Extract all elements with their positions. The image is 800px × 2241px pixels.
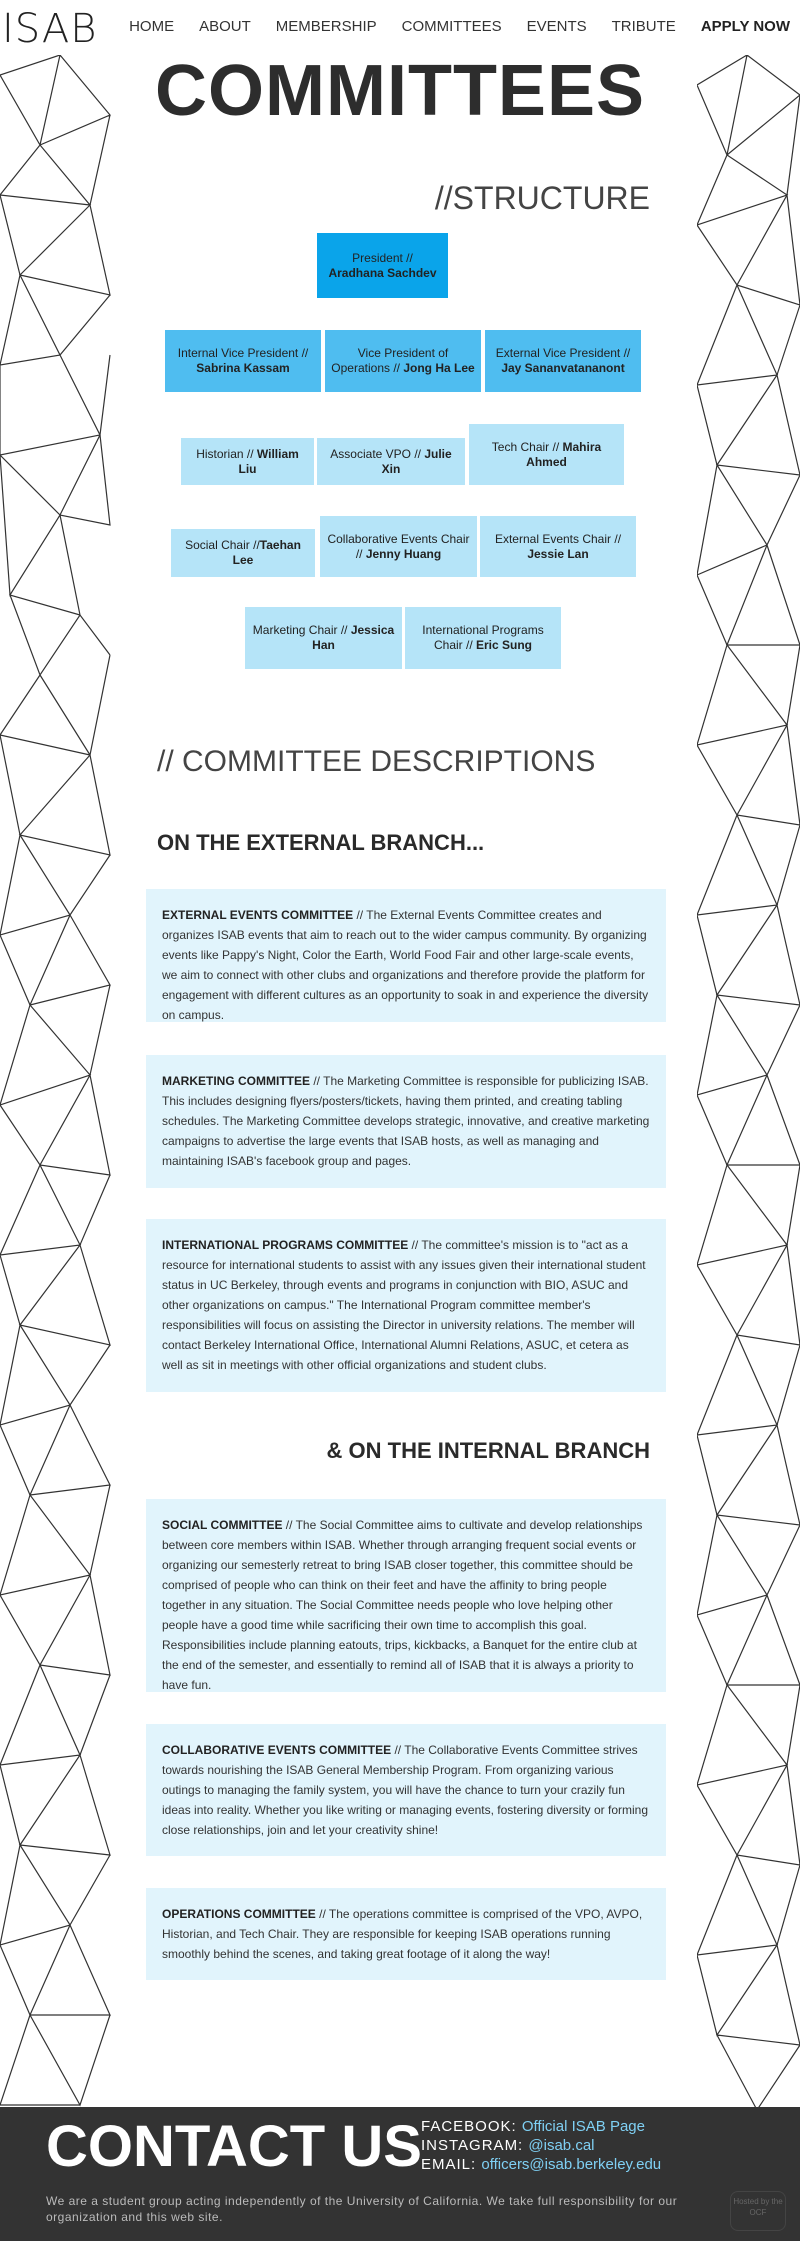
- org-international-programs-chair: International Programs Chair // Eric Sun…: [405, 607, 561, 669]
- nav-apply-now[interactable]: APPLY NOW: [701, 18, 790, 35]
- committee-text: // The Collaborative Events Committee st…: [162, 1743, 648, 1837]
- nav-home[interactable]: HOME: [129, 18, 174, 35]
- disclaimer-text: We are a student group acting independen…: [46, 2194, 678, 2224]
- role: Internal Vice President //: [177, 346, 309, 360]
- social-description: SOCIAL COMMITTEE // The Social Committee…: [146, 1499, 666, 1692]
- email-label: EMAIL:: [421, 2156, 482, 2173]
- operations-description: OPERATIONS COMMITTEE // The operations c…: [146, 1888, 666, 1980]
- org-marketing-chair: Marketing Chair // Jessica Han: [245, 607, 402, 669]
- nav-tribute[interactable]: TRIBUTE: [612, 18, 676, 35]
- nav-membership[interactable]: MEMBERSHIP: [276, 18, 377, 35]
- committee-text: // The Marketing Committee is responsibl…: [162, 1074, 650, 1168]
- committee-text: // The committee's mission is to "act as…: [162, 1238, 646, 1372]
- left-geometric-pattern: [0, 55, 112, 2115]
- name: Jong Ha Lee: [403, 361, 475, 375]
- main-nav: HOME ABOUT MEMBERSHIP COMMITTEES EVENTS …: [104, 18, 790, 35]
- org-social-chair: Social Chair //Taehan Lee: [171, 529, 315, 577]
- org-historian: Historian // William Liu: [181, 438, 314, 485]
- structure-heading: //STRUCTURE: [434, 180, 650, 216]
- org-internal-vp: Internal Vice President // Sabrina Kassa…: [165, 330, 321, 392]
- international-programs-description: INTERNATIONAL PROGRAMS COMMITTEE // The …: [146, 1219, 666, 1392]
- committee-title: INTERNATIONAL PROGRAMS COMMITTEE: [162, 1238, 409, 1252]
- internal-branch-heading: & ON THE INTERNAL BRANCH: [326, 1438, 650, 1463]
- org-president: President // Aradhana Sachdev: [317, 233, 448, 298]
- external-events-description: EXTERNAL EVENTS COMMITTEE // The Externa…: [146, 889, 666, 1022]
- name: Jessie Lan: [527, 546, 589, 561]
- nav-committees[interactable]: COMMITTEES: [402, 18, 502, 35]
- committee-text: // The Social Committee aims to cultivat…: [162, 1518, 643, 1692]
- committee-title: SOCIAL COMMITTEE: [162, 1518, 283, 1532]
- role: Historian //: [196, 446, 257, 461]
- marketing-description: MARKETING COMMITTEE // The Marketing Com…: [146, 1055, 666, 1188]
- social-links: FACEBOOK: Official ISAB Page INSTAGRAM: …: [421, 2117, 661, 2174]
- facebook-link[interactable]: Official ISAB Page: [522, 2118, 645, 2135]
- committee-descriptions-heading: // COMMITTEE DESCRIPTIONS: [157, 745, 596, 778]
- site-logo[interactable]: ISAB: [2, 6, 97, 52]
- committee-title: EXTERNAL EVENTS COMMITTEE: [162, 908, 354, 922]
- external-branch-heading: ON THE EXTERNAL BRANCH...: [157, 830, 485, 855]
- nav-about[interactable]: ABOUT: [199, 18, 251, 35]
- site-header: ISAB HOME ABOUT MEMBERSHIP COMMITTEES EV…: [0, 0, 800, 55]
- role: External Vice President //: [495, 346, 631, 360]
- contact-heading: CONTACT US: [46, 2114, 422, 2179]
- committee-title: MARKETING COMMITTEE: [162, 1074, 310, 1088]
- committee-text: // The External Events Committee creates…: [162, 908, 649, 1022]
- instagram-label: INSTAGRAM:: [421, 2137, 529, 2154]
- org-collaborative-events-chair: Collaborative Events Chair // Jenny Huan…: [320, 516, 477, 577]
- email-link[interactable]: officers@isab.berkeley.edu: [481, 2156, 661, 2173]
- facebook-label: FACEBOOK:: [421, 2118, 522, 2135]
- name: Jenny Huang: [365, 546, 442, 561]
- name: Sabrina Kassam: [196, 361, 290, 375]
- role: Social Chair //: [185, 538, 260, 552]
- org-vp-operations: Vice President of Operations // Jong Ha …: [325, 330, 481, 392]
- org-external-events-chair: External Events Chair // Jessie Lan: [480, 516, 636, 577]
- site-footer: CONTACT US FACEBOOK: Official ISAB Page …: [0, 2107, 800, 2241]
- page-title: COMMITTEES: [155, 51, 645, 131]
- collaborative-events-description: COLLABORATIVE EVENTS COMMITTEE // The Co…: [146, 1724, 666, 1856]
- role: External Events Chair //: [494, 531, 622, 546]
- role: Marketing Chair //: [252, 623, 351, 637]
- role: President //: [352, 250, 413, 265]
- role: Associate VPO //: [330, 446, 425, 461]
- role: Tech Chair //: [491, 439, 563, 454]
- committee-title: OPERATIONS COMMITTEE: [162, 1907, 316, 1921]
- name: Jay Sananvatananont: [501, 361, 625, 375]
- right-geometric-pattern: [697, 55, 800, 2115]
- committee-title: COLLABORATIVE EVENTS COMMITTEE: [162, 1743, 392, 1757]
- instagram-link[interactable]: @isab.cal: [528, 2137, 594, 2154]
- nav-events[interactable]: EVENTS: [527, 18, 587, 35]
- name: Eric Sung: [476, 638, 533, 652]
- org-tech-chair: Tech Chair // Mahira Ahmed: [469, 424, 624, 485]
- name: Aradhana Sachdev: [328, 265, 437, 280]
- org-associate-vpo: Associate VPO // Julie Xin: [317, 438, 465, 485]
- org-external-vp: External Vice President // Jay Sananvata…: [485, 330, 641, 392]
- ocf-badge[interactable]: Hosted by the OCF: [730, 2191, 786, 2231]
